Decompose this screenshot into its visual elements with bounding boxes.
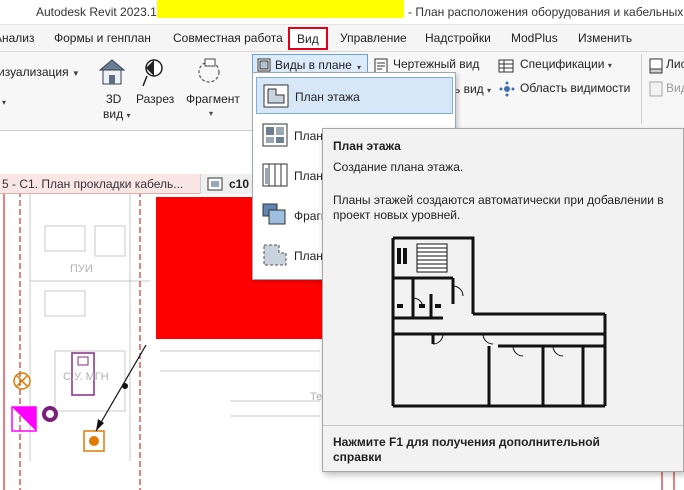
sheet-icon[interactable] xyxy=(649,58,663,74)
area-plan-icon xyxy=(263,244,287,266)
scope-box-icon[interactable] xyxy=(499,81,515,97)
document-title: - План расположения оборудования и кабел… xyxy=(408,5,684,19)
schedules-icon[interactable] xyxy=(498,58,514,74)
fragment-label[interactable]: Фрагмент xyxy=(186,92,240,106)
ceiling-plan-icon xyxy=(262,123,288,147)
tab-collaborate[interactable]: Совместная работа xyxy=(173,31,283,45)
tooltip: План этажа Создание плана этажа. Планы э… xyxy=(322,128,684,472)
structural-plan-icon xyxy=(262,163,288,187)
revit-window: Autodesk Revit 2023.1 - План расположени… xyxy=(0,0,684,490)
title-bar: Autodesk Revit 2023.1 - План расположени… xyxy=(0,0,684,25)
tooltip-help: Нажмите F1 для получения дополнительной … xyxy=(333,435,600,464)
tab-modify[interactable]: Изменить xyxy=(578,31,632,45)
scope-box-label[interactable]: Область видимости xyxy=(520,81,630,95)
floor-plan-illustration xyxy=(391,236,607,408)
tab-addins[interactable]: Надстройки xyxy=(425,31,491,45)
view-tab-label: 5 - С1. План прокладки кабель... xyxy=(2,177,184,191)
sheet-view-label: Вид xyxy=(666,81,684,95)
schedules-label[interactable]: Спецификации ▾ xyxy=(520,57,612,71)
chevron-down-icon: ▾ xyxy=(357,63,362,72)
callout-icon[interactable] xyxy=(194,56,224,88)
redacted-title-highlight xyxy=(157,0,404,18)
menu-item-label: План xyxy=(294,169,323,183)
plan-views-label: Виды в плане xyxy=(275,58,352,72)
small-dropdown[interactable]: ▾ xyxy=(2,94,6,108)
app-title: Autodesk Revit 2023.1 xyxy=(36,5,157,19)
room-label-te: Те xyxy=(310,391,323,403)
tooltip-description: Планы этажей создаются автоматически при… xyxy=(333,193,664,222)
viewport-icon xyxy=(649,81,663,97)
house-3d-icon[interactable] xyxy=(96,56,128,88)
menu-item-floor-plan[interactable]: План этажа xyxy=(256,77,453,114)
view3d-label-2[interactable]: вид ▾ xyxy=(103,107,130,121)
view-tab-2-label: c10 xyxy=(229,177,250,191)
ribbon-tabs: Анализ Формы и генплан Совместная работа… xyxy=(0,25,684,52)
view3d-label[interactable]: 3D xyxy=(106,92,121,106)
floor-plan-icon xyxy=(263,84,289,108)
room-label-pui: ПУИ xyxy=(70,263,93,275)
plan-region-icon xyxy=(262,203,286,225)
tooltip-subtitle: Создание плана этажа. xyxy=(333,160,464,174)
tooltip-separator xyxy=(323,425,683,426)
menu-item-label: План этажа xyxy=(295,90,360,104)
tooltip-title: План этажа xyxy=(333,139,401,153)
view-tab-2[interactable]: c10 xyxy=(200,174,252,194)
tab-manage[interactable]: Управление xyxy=(340,31,407,45)
menu-item-label: План xyxy=(294,249,323,263)
ribbon-divider xyxy=(641,54,642,124)
tab-view[interactable]: Вид xyxy=(288,27,328,50)
fragment-caret[interactable]: ▾ xyxy=(209,105,213,119)
drafting-view-label[interactable]: Чертежный вид xyxy=(393,57,479,71)
section-label[interactable]: Разрез xyxy=(136,92,174,106)
tab-analysis[interactable]: Анализ xyxy=(0,31,35,45)
visualization-button[interactable]: изуализация ▼ xyxy=(0,65,80,79)
plan-view-small-icon xyxy=(257,58,271,72)
room-label-su-mgn: С.У. МГН xyxy=(63,371,109,383)
sheet-label[interactable]: Лис xyxy=(666,57,684,71)
tab-modplus[interactable]: ModPlus xyxy=(511,31,558,45)
section-icon[interactable] xyxy=(139,56,167,88)
duplicate-view-label[interactable]: ь вид ▾ xyxy=(454,82,491,96)
tab-massing-site[interactable]: Формы и генплан xyxy=(54,31,151,45)
view-icon xyxy=(207,177,223,191)
menu-item-label: План xyxy=(294,129,323,143)
